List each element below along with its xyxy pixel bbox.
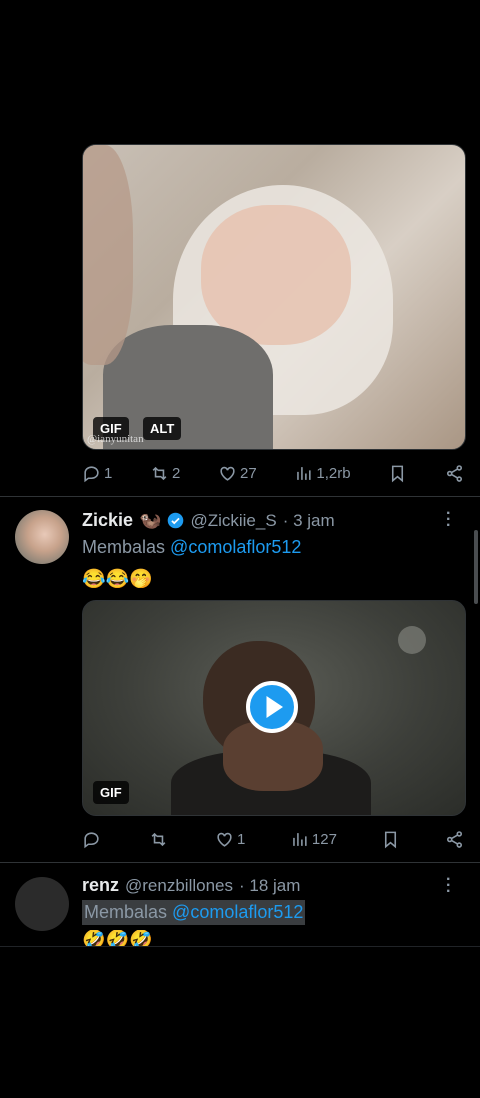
share-icon [446, 830, 462, 848]
more-options-icon[interactable]: · · · [446, 872, 451, 900]
like-count: 1 [237, 830, 246, 848]
display-name[interactable]: renz [82, 875, 119, 896]
like-count: 27 [240, 464, 257, 482]
bookmark-button[interactable] [388, 464, 407, 483]
views-count: 1,2rb [316, 464, 351, 482]
mention-link[interactable]: @comolaflor512 [172, 902, 303, 922]
retweet-icon [152, 466, 167, 480]
user-handle[interactable]: @Zickiie_S [190, 511, 276, 531]
retweet-button[interactable]: 2 [150, 464, 180, 483]
more-options-icon[interactable]: · · · [446, 506, 451, 534]
heart-icon [220, 466, 235, 481]
tweet-body-clip: 🤣🤣🤣 [82, 930, 153, 946]
views-button[interactable]: 1,2rb [294, 464, 351, 483]
views-icon [293, 832, 307, 846]
like-button[interactable]: 27 [218, 464, 257, 483]
views-button[interactable]: 127 [290, 830, 337, 849]
retweet-count: 2 [172, 464, 181, 482]
media-light-spot [398, 626, 426, 654]
tweet-body: 🤣🤣🤣 [82, 930, 153, 946]
bookmark-icon [392, 465, 404, 482]
tweet1-media-gif[interactable]: GIF ALT @ianyunitan [82, 144, 466, 450]
tweet2-header: Zickie 🦦 @Zickiie_S · 3 jam [82, 510, 335, 531]
reply-button[interactable] [82, 830, 104, 849]
retweet-button[interactable] [149, 830, 171, 849]
tweet-body: 😂😂🤭 [82, 569, 153, 590]
play-button[interactable] [246, 681, 298, 733]
play-icon [266, 696, 283, 718]
bookmark-icon [385, 831, 397, 848]
reply-context: Membalas @comolaflor512 [82, 900, 306, 925]
verified-icon [167, 512, 184, 529]
media-figure-face [83, 145, 133, 365]
tweet2-action-bar: 1 127 [82, 826, 464, 852]
tweet-divider [0, 862, 480, 863]
share-button[interactable] [445, 464, 464, 483]
user-handle[interactable]: @renzbillones [125, 876, 233, 896]
avatar[interactable] [15, 510, 69, 564]
bookmark-button[interactable] [381, 830, 400, 849]
tweet-time[interactable]: · 18 jam [239, 876, 300, 896]
reply-count: 1 [104, 464, 113, 482]
display-name[interactable]: Zickie [82, 510, 133, 531]
alt-badge[interactable]: ALT [143, 417, 182, 440]
heart-icon [217, 832, 232, 847]
tweet-divider [0, 496, 480, 497]
retweet-icon [151, 832, 165, 846]
gif-badge: GIF [93, 781, 129, 804]
share-icon [446, 464, 462, 482]
reply-button[interactable]: 1 [82, 464, 112, 483]
reply-prefix: Membalas [82, 537, 166, 557]
tweet-time[interactable]: · 3 jam [283, 511, 335, 531]
tweet3-header: renz @renzbillones · 18 jam [82, 875, 300, 896]
tweet2-media-gif[interactable]: GIF [82, 600, 466, 816]
media-figure-hand [201, 205, 351, 345]
share-button[interactable] [445, 830, 464, 849]
views-count: 127 [311, 830, 337, 848]
views-icon [297, 466, 312, 480]
like-button[interactable]: 1 [215, 830, 245, 849]
tweet1-action-bar: 1 2 27 1,2rb [82, 460, 464, 486]
reply-context: Membalas @comolaflor512 [82, 537, 301, 558]
bottom-divider [0, 946, 480, 947]
reply-icon [84, 831, 99, 848]
reply-icon [84, 465, 99, 482]
scrollbar[interactable] [474, 530, 478, 604]
avatar[interactable] [15, 877, 69, 931]
name-emoji: 🦦 [139, 510, 162, 530]
mention-link[interactable]: @comolaflor512 [170, 537, 301, 557]
reply-prefix: Membalas [84, 902, 168, 922]
media-watermark: @ianyunitan [87, 433, 144, 445]
